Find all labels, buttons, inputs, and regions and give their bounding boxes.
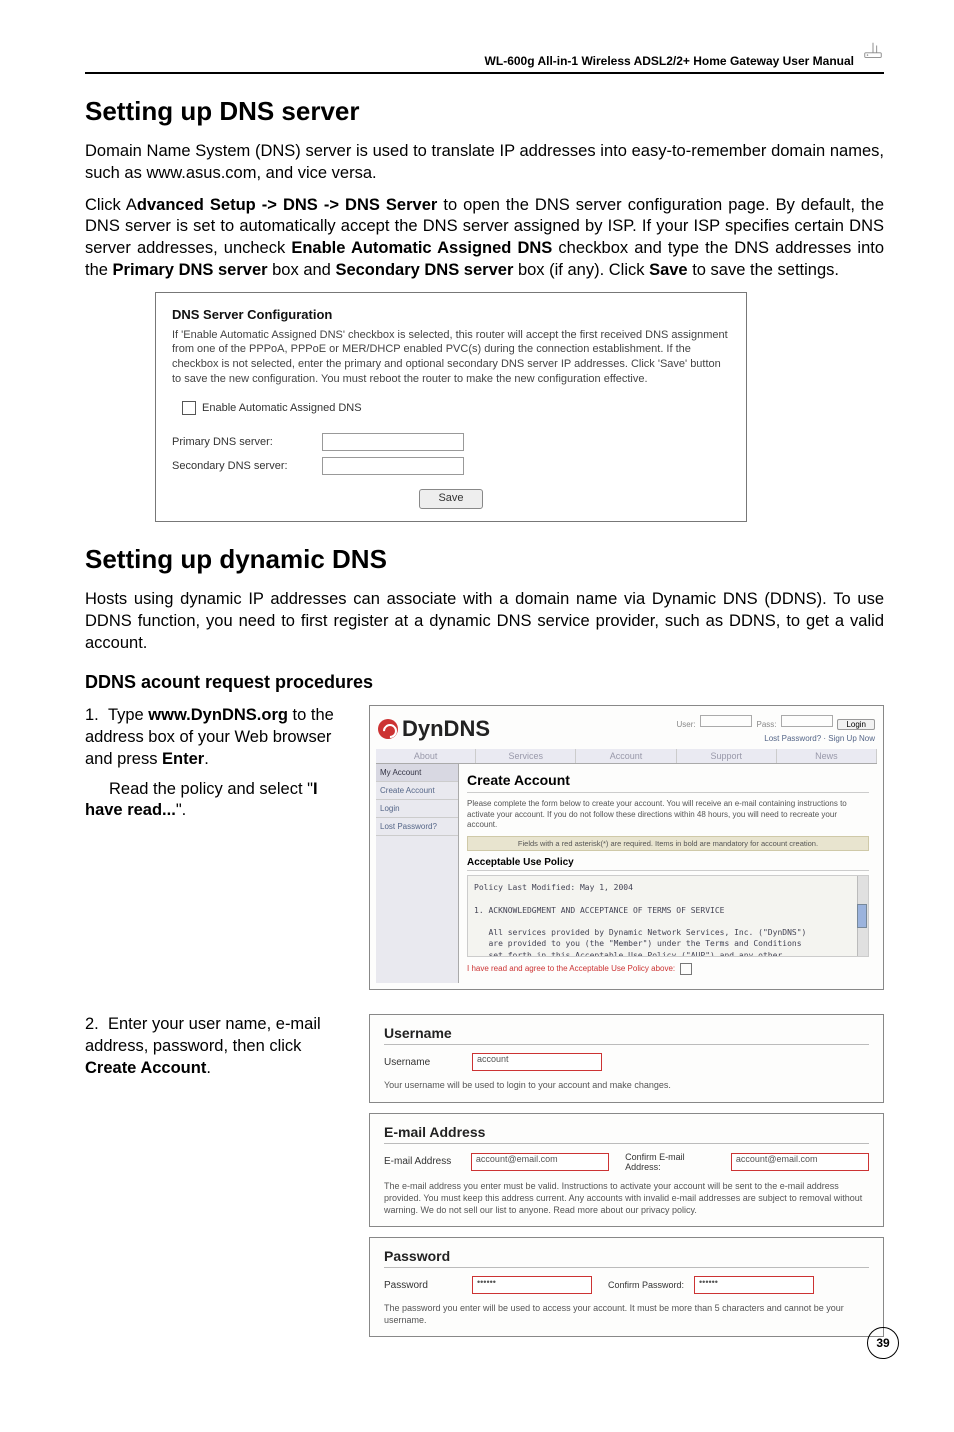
password-confirm-input[interactable]: •••••• xyxy=(694,1276,814,1294)
password-label: Password xyxy=(384,1280,462,1291)
manual-title: WL-600g All-in-1 Wireless ADSL2/2+ Home … xyxy=(485,54,854,68)
ddns-section-title: Setting up dynamic DNS xyxy=(85,544,884,575)
save-button[interactable]: Save xyxy=(419,489,482,509)
create-account-heading: Create Account xyxy=(467,772,869,793)
aup-textbox[interactable]: Policy Last Modified: May 1, 2004 1. ACK… xyxy=(467,875,869,957)
dns-intro-paragraph: Domain Name System (DNS) server is used … xyxy=(85,141,884,185)
side-lost-password[interactable]: Lost Password? xyxy=(376,818,458,836)
username-heading: Username xyxy=(384,1025,869,1045)
password-note: The password you enter will be used to a… xyxy=(384,1302,869,1326)
dns-panel-desc: If 'Enable Automatic Assigned DNS' check… xyxy=(172,328,730,387)
username-block: Username Username account Your username … xyxy=(369,1014,884,1102)
password-block: Password Password •••••• Confirm Passwor… xyxy=(369,1237,884,1337)
enable-auto-dns-checkbox[interactable] xyxy=(182,401,196,415)
email-confirm-label: Confirm E-mail Address: xyxy=(625,1152,721,1172)
side-my-account[interactable]: My Account xyxy=(376,764,458,782)
password-input[interactable]: •••••• xyxy=(472,1276,592,1294)
email-input[interactable]: account@email.com xyxy=(471,1153,609,1171)
username-label: Username xyxy=(384,1057,462,1068)
agree-row: I have read and agree to the Acceptable … xyxy=(467,963,869,975)
dyndns-logo-text: DynDNS xyxy=(402,716,490,742)
tab-support[interactable]: Support xyxy=(677,749,777,763)
primary-dns-input[interactable] xyxy=(322,433,464,451)
tab-account[interactable]: Account xyxy=(576,749,676,763)
tab-services[interactable]: Services xyxy=(476,749,576,763)
dns-section-title: Setting up DNS server xyxy=(85,96,884,127)
step-1-text: 1. Type www.DynDNS.org to the address bo… xyxy=(85,705,345,822)
side-create-account[interactable]: Create Account xyxy=(376,782,458,800)
page-number: 39 xyxy=(867,1327,899,1359)
primary-dns-label: Primary DNS server: xyxy=(172,436,322,448)
tab-news[interactable]: News xyxy=(777,749,877,763)
agree-checkbox[interactable] xyxy=(680,963,692,975)
step-2-text: 2. Enter your user name, e-mail address,… xyxy=(85,1014,345,1079)
username-input[interactable]: account xyxy=(472,1053,602,1071)
aup-heading: Acceptable Use Policy xyxy=(467,857,869,871)
secondary-dns-label: Secondary DNS server: xyxy=(172,460,322,472)
email-heading: E-mail Address xyxy=(384,1124,869,1144)
tab-about[interactable]: About xyxy=(376,749,476,763)
side-login[interactable]: Login xyxy=(376,800,458,818)
username-note: Your username will be used to login to y… xyxy=(384,1079,869,1091)
ddns-intro-paragraph: Hosts using dynamic IP addresses can ass… xyxy=(85,589,884,654)
email-block: E-mail Address E-mail Address account@em… xyxy=(369,1113,884,1227)
scrollbar-thumb[interactable] xyxy=(857,904,867,928)
dyndns-screenshot: DynDNS User: Pass: Login Lost Password? … xyxy=(369,705,884,990)
secondary-dns-input[interactable] xyxy=(322,457,464,475)
top-links[interactable]: Lost Password? · Sign Up Now xyxy=(676,734,875,743)
dns-setup-paragraph: Click Advanced Setup -> DNS -> DNS Serve… xyxy=(85,195,884,282)
required-fields-bar: Fields with a red asterisk(*) are requir… xyxy=(467,836,869,851)
enable-auto-dns-label: Enable Automatic Assigned DNS xyxy=(202,402,362,414)
email-note: The e-mail address you enter must be val… xyxy=(384,1180,869,1216)
dyndns-logo-icon xyxy=(378,719,398,739)
create-account-intro: Please complete the form below to create… xyxy=(467,799,869,830)
ddns-procedures-title: DDNS acount request procedures xyxy=(85,672,884,693)
password-confirm-label: Confirm Password: xyxy=(608,1280,684,1290)
email-confirm-input[interactable]: account@email.com xyxy=(731,1153,869,1171)
dns-panel-title: DNS Server Configuration xyxy=(172,307,730,322)
login-button[interactable]: Login xyxy=(837,719,875,730)
email-label: E-mail Address xyxy=(384,1156,461,1167)
router-icon xyxy=(862,40,884,62)
password-heading: Password xyxy=(384,1248,869,1268)
